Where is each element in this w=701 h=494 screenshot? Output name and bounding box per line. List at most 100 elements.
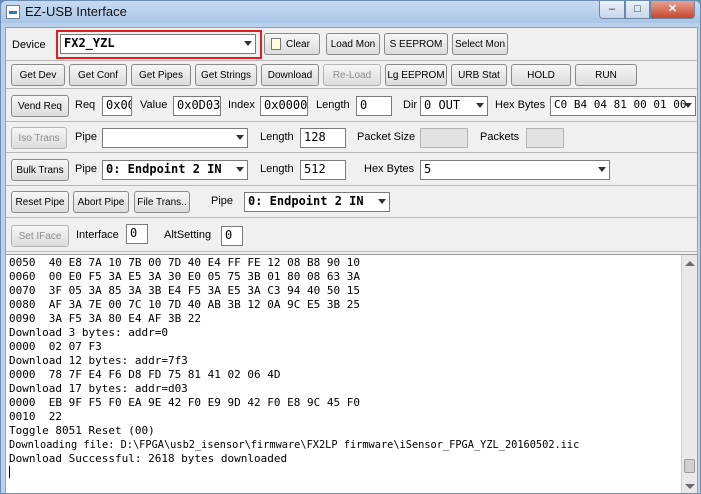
- bulk-row: Bulk Trans Pipe 0: Endpoint 2 IN Length …: [6, 153, 697, 186]
- dir-select[interactable]: 0 OUT: [420, 96, 488, 116]
- value-field[interactable]: 0x0D03: [173, 96, 221, 116]
- hex-bytes-value: C0 B4 04 81 00 01 00: [554, 98, 687, 111]
- index-field[interactable]: 0x0000: [260, 96, 308, 116]
- device-row: Device FX2_YZL Clear Load Mon S EEPROM S…: [6, 28, 697, 61]
- log-line: Download 3 bytes: addr=0: [9, 326, 168, 339]
- length-label: Length: [316, 99, 350, 111]
- log-line: 0050 40 E8 7A 10 7B 00 7D 40 E4 FF FE 12…: [9, 256, 360, 269]
- vend-req-button[interactable]: Vend Req: [11, 95, 69, 117]
- packet-size-field: [420, 128, 468, 148]
- log-line: Download 17 bytes: addr=d03: [9, 382, 188, 395]
- title-bar[interactable]: EZ-USB Interface – □ ✕: [1, 1, 700, 23]
- urb-stat-button[interactable]: URB Stat: [451, 64, 507, 86]
- chevron-down-icon: [236, 135, 244, 140]
- log-line: Download Successful: 2618 bytes download…: [9, 452, 288, 465]
- get-dev-button[interactable]: Get Dev: [11, 64, 65, 86]
- clear-button[interactable]: Clear: [264, 33, 320, 55]
- bulk-length-label: Length: [260, 163, 294, 175]
- value-label: Value: [140, 99, 168, 111]
- s-eeprom-button[interactable]: S EEPROM: [384, 33, 448, 55]
- vend-row: Vend Req Req 0x00 Value 0x0D03 Index 0x0…: [6, 89, 697, 122]
- log-scrollbar[interactable]: [681, 255, 697, 493]
- chevron-down-icon: [684, 103, 692, 108]
- packets-field: [526, 128, 564, 148]
- log-line: 0060 00 E0 F5 3A E5 3A 30 E0 05 75 3B 01…: [9, 270, 360, 283]
- bulk-trans-button[interactable]: Bulk Trans: [11, 159, 69, 181]
- scroll-up-icon[interactable]: [685, 261, 695, 266]
- chevron-down-icon: [598, 167, 606, 172]
- chevron-down-icon: [476, 103, 484, 108]
- interface-field[interactable]: 0: [126, 224, 148, 244]
- packet-size-label: Packet Size: [357, 131, 416, 143]
- bulk-hex-label: Hex Bytes: [364, 163, 415, 175]
- log-line: 0070 3F 05 3A 85 3A 3B E4 F5 3A E5 3A C3…: [9, 284, 360, 297]
- pipe-ops-row: Reset Pipe Abort Pipe File Trans.. Pipe …: [6, 186, 697, 218]
- download-button[interactable]: Download: [261, 64, 319, 86]
- get-strings-button[interactable]: Get Strings: [195, 64, 257, 86]
- highlight-box: [56, 30, 262, 59]
- length-field[interactable]: 0: [356, 96, 392, 116]
- altsetting-field[interactable]: 0: [221, 226, 243, 246]
- file-trans-button[interactable]: File Trans..: [134, 191, 190, 213]
- page-icon: [271, 38, 281, 50]
- window-title: EZ-USB Interface: [25, 4, 127, 19]
- iso-pipe-select[interactable]: [102, 128, 248, 148]
- hold-button[interactable]: HOLD: [511, 64, 571, 86]
- hex-bytes-label: Hex Bytes: [495, 99, 546, 111]
- abort-pipe-button[interactable]: Abort Pipe: [73, 191, 129, 213]
- pipe-value: 0: Endpoint 2 IN: [248, 194, 364, 208]
- iso-length-label: Length: [260, 131, 294, 143]
- log-line: 0000 78 7F E4 F6 D8 FD 75 81 41 02 06 4D: [9, 368, 281, 381]
- scroll-thumb[interactable]: [684, 459, 695, 473]
- log-line: 0000 EB 9F F5 F0 EA 9E 42 F0 E9 9D 42 F0…: [9, 396, 360, 409]
- app-icon: [6, 5, 20, 19]
- get-conf-button[interactable]: Get Conf: [69, 64, 127, 86]
- log-line: Toggle 8051 Reset (00): [9, 424, 155, 437]
- bulk-pipe-value: 0: Endpoint 2 IN: [106, 162, 222, 176]
- clear-label: Clear: [286, 38, 310, 50]
- packets-label: Packets: [480, 131, 520, 143]
- pipe-label: Pipe: [211, 195, 234, 207]
- pipe-select[interactable]: 0: Endpoint 2 IN: [244, 192, 390, 212]
- chevron-down-icon: [378, 199, 386, 204]
- get-pipes-button[interactable]: Get Pipes: [131, 64, 191, 86]
- reload-button[interactable]: Re-Load: [323, 64, 381, 86]
- log-output[interactable]: 0050 40 E8 7A 10 7B 00 7D 40 E4 FF FE 12…: [6, 254, 697, 493]
- text-caret: [9, 466, 10, 478]
- bulk-hex-select[interactable]: 5: [420, 160, 610, 180]
- bulk-pipe-label: Pipe: [75, 163, 98, 175]
- maximize-button[interactable]: □: [625, 1, 650, 19]
- device-label: Device: [12, 39, 46, 51]
- iso-row: Iso Trans Pipe Length 128 Packet Size Pa…: [6, 122, 697, 153]
- set-iface-button[interactable]: Set IFace: [11, 225, 69, 247]
- scroll-down-icon[interactable]: [685, 484, 695, 489]
- req-field[interactable]: 0x00: [102, 96, 132, 116]
- bulk-length-field[interactable]: 512: [300, 160, 346, 180]
- run-button[interactable]: RUN: [575, 64, 637, 86]
- load-mon-button[interactable]: Load Mon: [326, 33, 380, 55]
- select-mon-button[interactable]: Select Mon: [452, 33, 508, 55]
- log-line: 0090 3A F5 3A 80 E4 AF 3B 22: [9, 312, 202, 325]
- hex-bytes-select[interactable]: C0 B4 04 81 00 01 00: [550, 96, 696, 116]
- bulk-pipe-select[interactable]: 0: Endpoint 2 IN: [102, 160, 248, 180]
- bulk-hex-value: 5: [424, 162, 432, 176]
- iso-trans-button[interactable]: Iso Trans: [11, 127, 67, 149]
- reset-pipe-button[interactable]: Reset Pipe: [11, 191, 69, 213]
- log-line: Downloading file: D:\FPGA\usb2_isensor\f…: [9, 439, 580, 451]
- req-label: Req: [75, 99, 96, 111]
- iso-length-field[interactable]: 128: [300, 128, 346, 148]
- dir-label: Dir: [403, 99, 418, 111]
- index-label: Index: [228, 99, 255, 111]
- iface-row: Set IFace Interface 0 AltSetting 0: [6, 218, 697, 252]
- close-button[interactable]: ✕: [650, 1, 695, 19]
- log-line: 0080 AF 3A 7E 00 7C 10 7D 40 AB 3B 12 0A…: [9, 298, 360, 311]
- minimize-button[interactable]: –: [599, 1, 625, 19]
- app-window: EZ-USB Interface – □ ✕ Device FX2_YZL Cl…: [0, 0, 701, 494]
- log-line: Download 12 bytes: addr=7f3: [9, 354, 188, 367]
- lg-eeprom-button[interactable]: Lg EEPROM: [385, 64, 447, 86]
- get-row: Get Dev Get Conf Get Pipes Get Strings D…: [6, 61, 697, 89]
- altsetting-label: AltSetting: [164, 229, 212, 241]
- dir-value: 0 OUT: [424, 98, 461, 112]
- log-line: 0000 02 07 F3: [9, 340, 102, 353]
- chevron-down-icon: [236, 167, 244, 172]
